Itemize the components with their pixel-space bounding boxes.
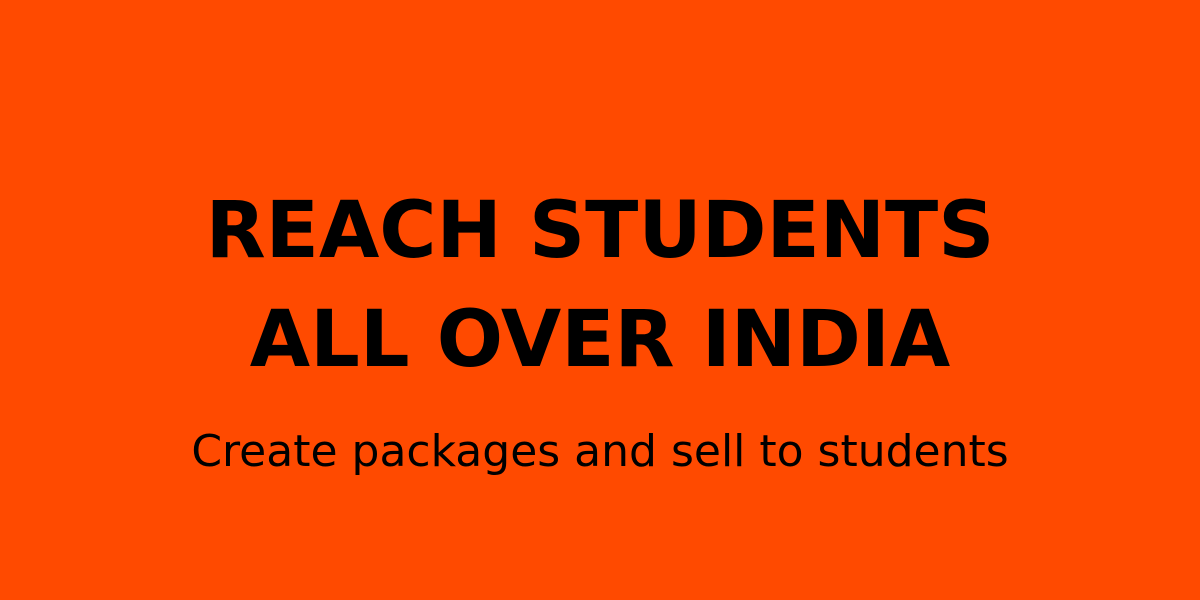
promo-banner: REACH STUDENTS ALL OVER INDIA Create pac…: [0, 0, 1200, 600]
subheadline: Create packages and sell to students: [191, 426, 1009, 477]
headline-line-1: REACH STUDENTS: [205, 186, 995, 276]
headline-line-2: ALL OVER INDIA: [249, 295, 951, 385]
